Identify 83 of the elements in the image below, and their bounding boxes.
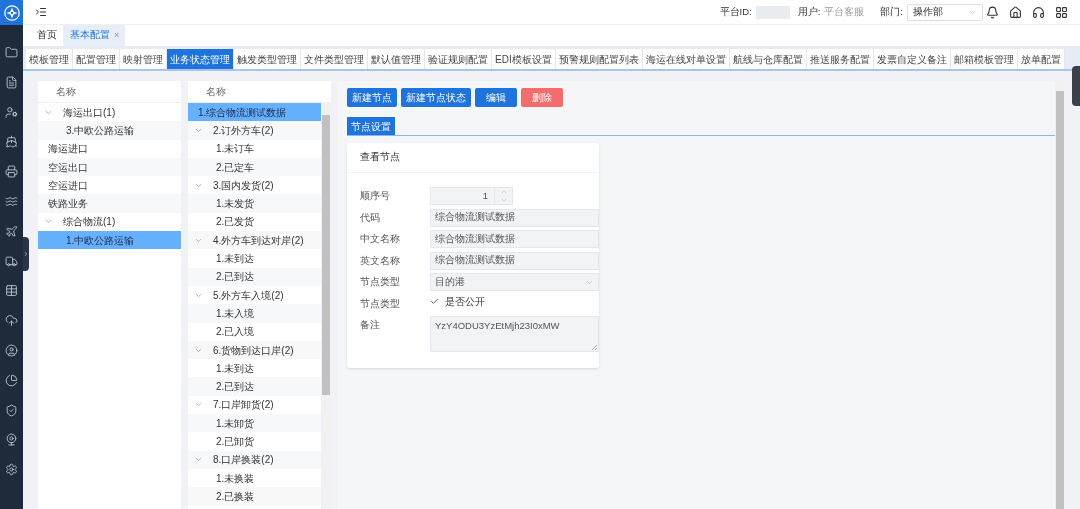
text-field[interactable]: 综合物流测试数据 — [430, 208, 599, 227]
document-icon[interactable] — [5, 75, 18, 89]
config-tab[interactable]: 放单配置 — [1017, 49, 1065, 69]
text-field[interactable]: 综合物流测试数据 — [430, 230, 599, 248]
tree-item[interactable]: 2.订外方车(2) — [188, 121, 321, 140]
field-label: 顺序号 — [360, 189, 391, 203]
scrollbar-thumb[interactable] — [322, 115, 330, 395]
public-checkbox[interactable]: 是否公开 — [430, 294, 485, 309]
tree-item[interactable]: 1.未入境 — [188, 304, 321, 323]
cloud-upload-icon[interactable] — [5, 314, 18, 328]
headset-icon[interactable] — [1032, 5, 1045, 19]
field-label: 节点类型 — [360, 275, 401, 289]
config-tab[interactable]: 发票自定义备注 — [873, 49, 951, 69]
config-tab[interactable]: 业务状态管理 — [167, 49, 234, 69]
tree-item[interactable]: 3.中欧公路运输 — [38, 121, 181, 140]
page-tab[interactable]: 基本配置 × — [64, 25, 126, 46]
section-tab[interactable]: 节点设置 — [347, 117, 395, 135]
settings-icon[interactable] — [5, 463, 18, 477]
config-tab[interactable]: EDI模板设置 — [492, 49, 556, 69]
tree-item[interactable]: 1.综合物流测试数据 — [188, 103, 321, 122]
config-tab[interactable]: 默认值管理 — [368, 49, 425, 69]
home-icon[interactable] — [1009, 5, 1022, 19]
webcam-icon[interactable] — [5, 433, 18, 447]
menu-toggle-icon[interactable] — [35, 6, 47, 18]
tree-item[interactable]: 1.中欧公路运输 — [38, 231, 181, 250]
card-title: 查看节点 — [360, 150, 400, 165]
apps-grid-icon[interactable] — [1055, 5, 1068, 19]
tree-item[interactable]: 1.未发货 — [188, 194, 321, 213]
notification-icon[interactable] — [986, 5, 999, 19]
plane-icon[interactable] — [5, 224, 18, 238]
field-label: 英文名称 — [360, 253, 401, 268]
config-tab[interactable]: 映射管理 — [120, 49, 167, 69]
config-tab[interactable]: 验证规则配置 — [425, 49, 492, 69]
folder-icon[interactable] — [5, 46, 18, 59]
department-label: 部门: — [880, 4, 903, 19]
column-header: 名称 — [56, 85, 76, 99]
action-button[interactable]: 编辑 — [475, 88, 517, 107]
ship-icon[interactable] — [5, 135, 18, 149]
resize-grip-icon — [591, 344, 597, 350]
tree-item[interactable]: 2.已到达 — [188, 377, 321, 396]
config-tab[interactable]: 海运在线对单设置 — [642, 49, 730, 69]
config-tab[interactable]: 预警规则配置列表 — [555, 49, 643, 69]
tree-item[interactable]: 2.已换装 — [188, 487, 321, 506]
config-tab[interactable]: 邮箱模板管理 — [950, 49, 1018, 69]
tree-item[interactable]: 4.外方车到达对岸(2) — [188, 231, 321, 250]
config-tab[interactable]: 文件类型管理 — [301, 49, 368, 69]
table-icon[interactable] — [5, 284, 18, 298]
text-field[interactable]: 综合物流测试数据 — [430, 251, 599, 270]
department-select[interactable]: 操作部 — [907, 3, 983, 21]
platform-id-label: 平台ID: — [719, 4, 752, 19]
user-label: 用户: — [797, 4, 821, 19]
compass-logo-icon — [3, 4, 20, 21]
side-drawer-handle[interactable] — [1072, 66, 1080, 106]
config-tab[interactable]: 触发类型管理 — [234, 49, 301, 69]
config-tab[interactable]: 模板管理 — [26, 49, 73, 69]
config-tab[interactable]: 航线与仓库配置 — [729, 49, 807, 69]
collapse-handle[interactable] — [23, 237, 29, 271]
tree-item[interactable]: 1.未卸货 — [188, 414, 321, 433]
scrollbar[interactable] — [321, 103, 331, 509]
config-tab[interactable]: 配置管理 — [73, 49, 120, 69]
config-tab[interactable]: 推送服务配置 — [806, 49, 874, 69]
scrollbar[interactable] — [1055, 81, 1065, 509]
field-label: 备注 — [360, 318, 381, 332]
remarks-field[interactable]: YzY4ODU3YzEtMjh23I0xMW — [430, 316, 599, 352]
printer-icon[interactable] — [5, 165, 18, 179]
shield-icon[interactable] — [5, 403, 18, 417]
select-field[interactable]: 目的港 — [430, 273, 599, 291]
tree-item[interactable]: 铁路业务 — [38, 194, 181, 213]
field-label: 代码 — [360, 210, 381, 225]
field-label: 节点类型 — [360, 296, 401, 311]
user-value: 平台客服 — [824, 4, 865, 19]
check-icon — [430, 297, 439, 307]
waves-icon[interactable] — [5, 195, 18, 208]
field-label: 中文名称 — [360, 232, 401, 246]
action-button[interactable]: 新建节点 — [347, 88, 397, 107]
expand-icon — [23, 250, 29, 258]
pie-chart-icon[interactable] — [5, 373, 18, 387]
user-icon[interactable] — [5, 105, 18, 119]
action-button[interactable]: 新建节点状态 — [401, 88, 471, 107]
scrollbar-thumb[interactable] — [1056, 91, 1064, 509]
user-circle-icon[interactable] — [5, 343, 18, 357]
truck-icon[interactable] — [5, 254, 18, 268]
column-header: 名称 — [206, 85, 226, 99]
